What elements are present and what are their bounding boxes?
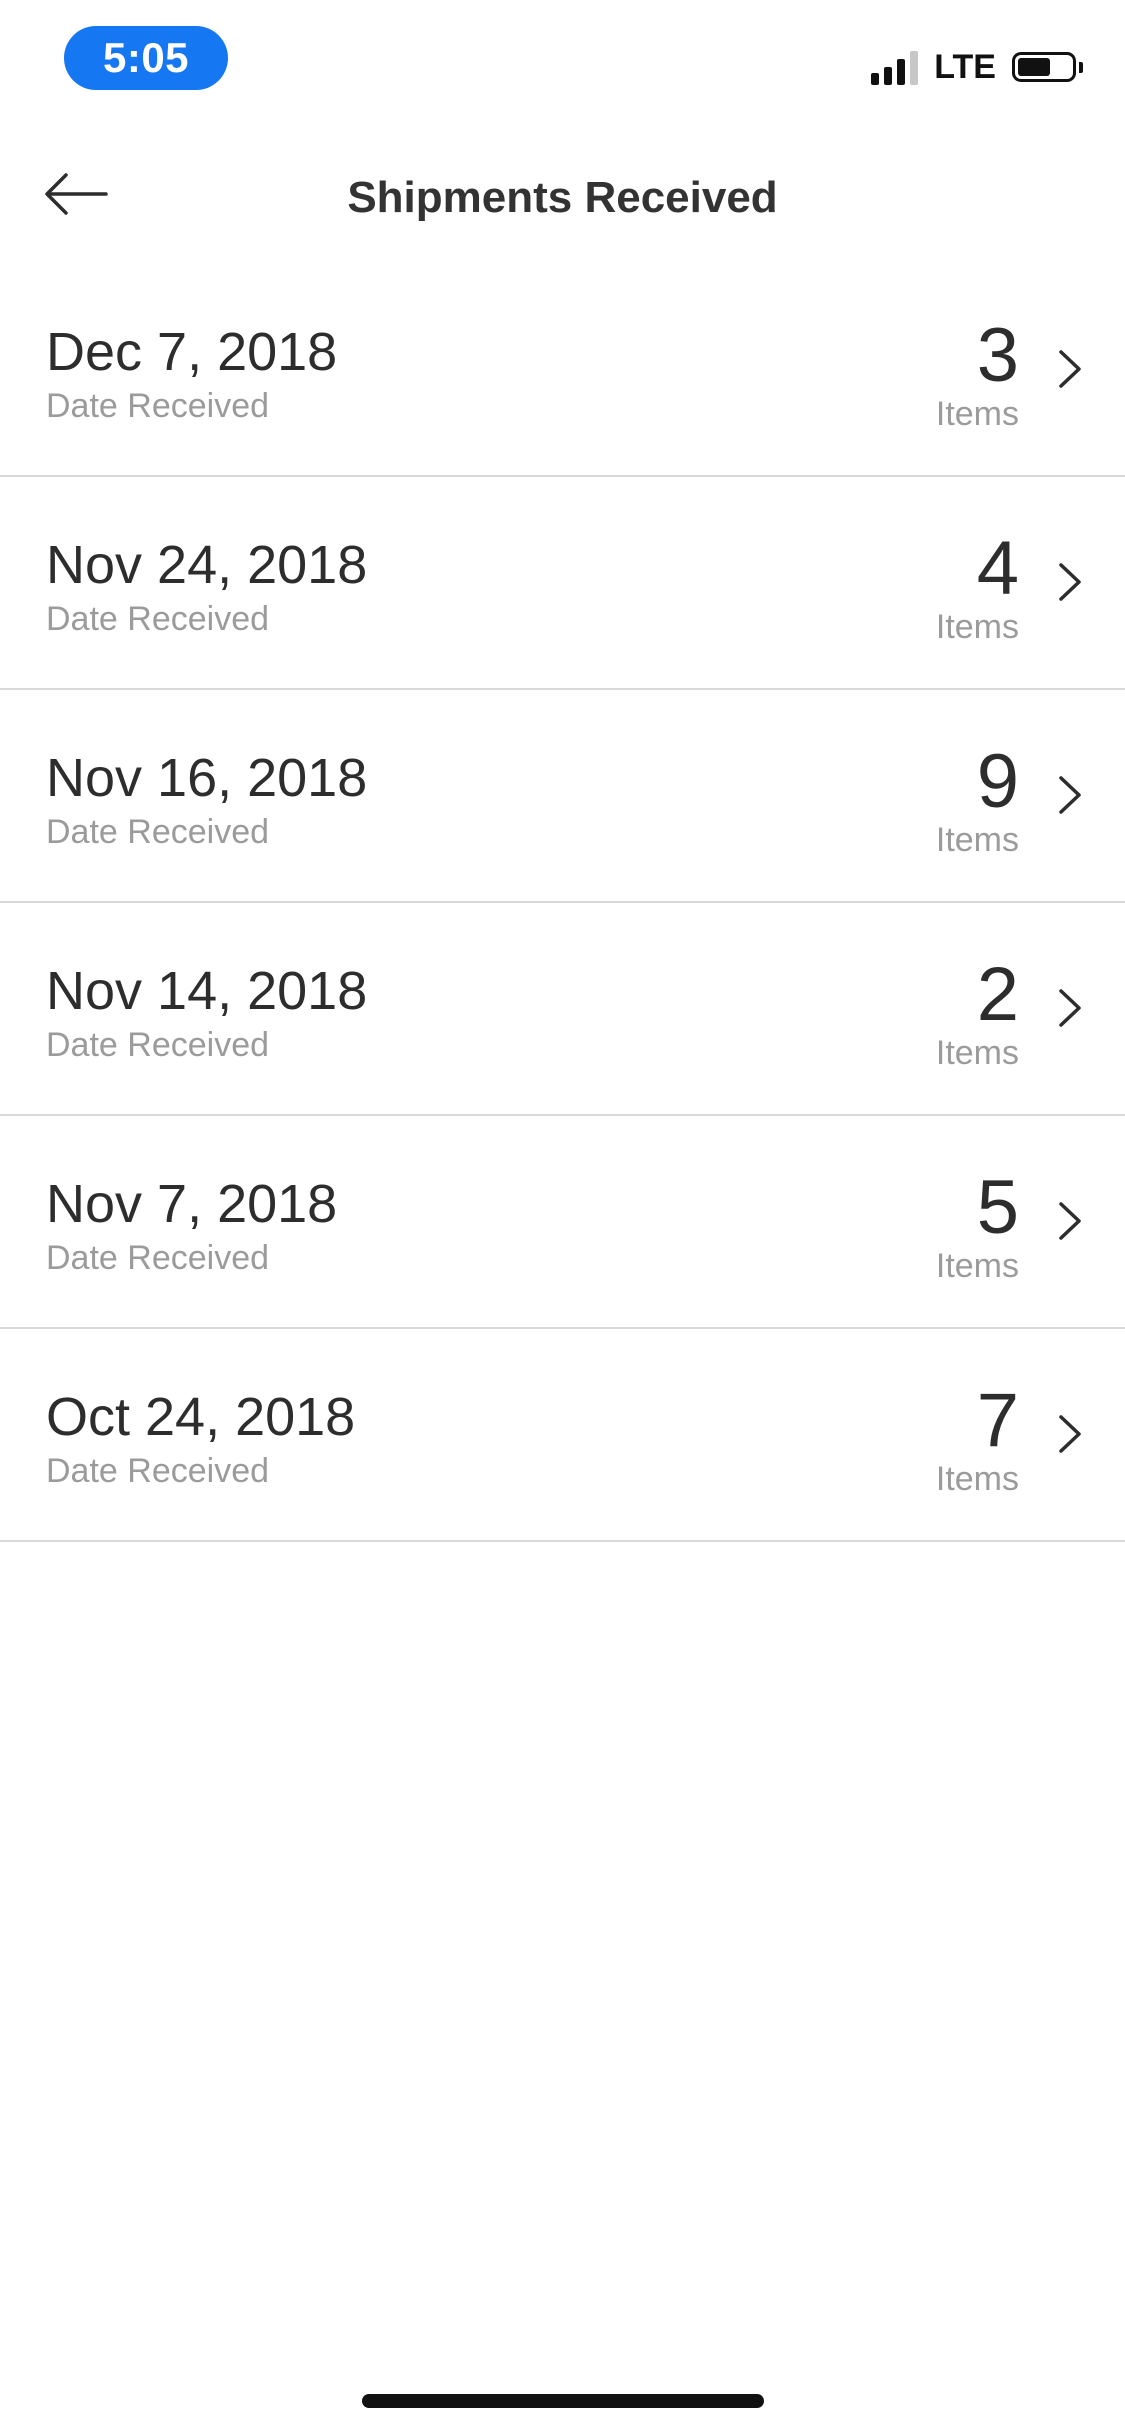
chevron-right-icon [1059, 989, 1081, 1027]
home-indicator[interactable] [362, 2394, 764, 2408]
item-count: 9 [976, 739, 1019, 824]
status-bar: 5:05 LTE [0, 0, 1125, 132]
status-indicators: LTE [871, 44, 1083, 90]
shipment-row[interactable]: Dec 7, 2018 Date Received 3 Items [0, 264, 1125, 477]
navigation-bar: Shipments Received [0, 132, 1125, 264]
page-title: Shipments Received [347, 173, 778, 222]
date-received-label: Date Received [46, 1239, 270, 1277]
shipment-date: Nov 14, 2018 [46, 961, 368, 1021]
shipment-row[interactable]: Nov 14, 2018 Date Received 2 Items [0, 903, 1125, 1116]
items-label: Items [935, 1460, 1019, 1498]
chevron-right-icon [1059, 776, 1081, 814]
shipment-row[interactable]: Nov 24, 2018 Date Received 4 Items [0, 477, 1125, 690]
shipment-row[interactable]: Nov 16, 2018 Date Received 9 Items [0, 690, 1125, 903]
network-type: LTE [934, 47, 996, 86]
chevron-right-icon [1059, 1415, 1081, 1453]
status-time[interactable]: 5:05 [64, 26, 228, 90]
date-received-label: Date Received [46, 813, 270, 851]
shipment-date: Nov 24, 2018 [46, 535, 368, 595]
item-count: 2 [976, 952, 1019, 1037]
date-received-label: Date Received [46, 1452, 270, 1490]
shipment-list: Dec 7, 2018 Date Received 3 Items Nov 24… [0, 264, 1125, 1542]
shipment-row[interactable]: Nov 7, 2018 Date Received 5 Items [0, 1116, 1125, 1329]
item-count: 7 [976, 1378, 1019, 1463]
items-label: Items [935, 608, 1019, 646]
shipment-date: Nov 16, 2018 [46, 748, 368, 808]
date-received-label: Date Received [46, 1026, 270, 1064]
items-label: Items [935, 1247, 1019, 1285]
item-count: 3 [976, 313, 1019, 398]
chevron-right-icon [1059, 1202, 1081, 1240]
items-label: Items [935, 821, 1019, 859]
item-count: 5 [976, 1165, 1019, 1250]
shipment-date: Dec 7, 2018 [46, 322, 338, 382]
shipment-date: Oct 24, 2018 [46, 1387, 356, 1447]
battery-icon [1012, 52, 1083, 82]
items-label: Items [935, 1034, 1019, 1072]
chevron-right-icon [1059, 350, 1081, 388]
shipment-date: Nov 7, 2018 [46, 1174, 338, 1234]
date-received-label: Date Received [46, 600, 270, 638]
chevron-right-icon [1059, 563, 1081, 601]
date-received-label: Date Received [46, 387, 270, 425]
shipment-row[interactable]: Oct 24, 2018 Date Received 7 Items [0, 1329, 1125, 1542]
item-count: 4 [976, 526, 1019, 611]
items-label: Items [935, 395, 1019, 433]
signal-icon [871, 49, 919, 85]
